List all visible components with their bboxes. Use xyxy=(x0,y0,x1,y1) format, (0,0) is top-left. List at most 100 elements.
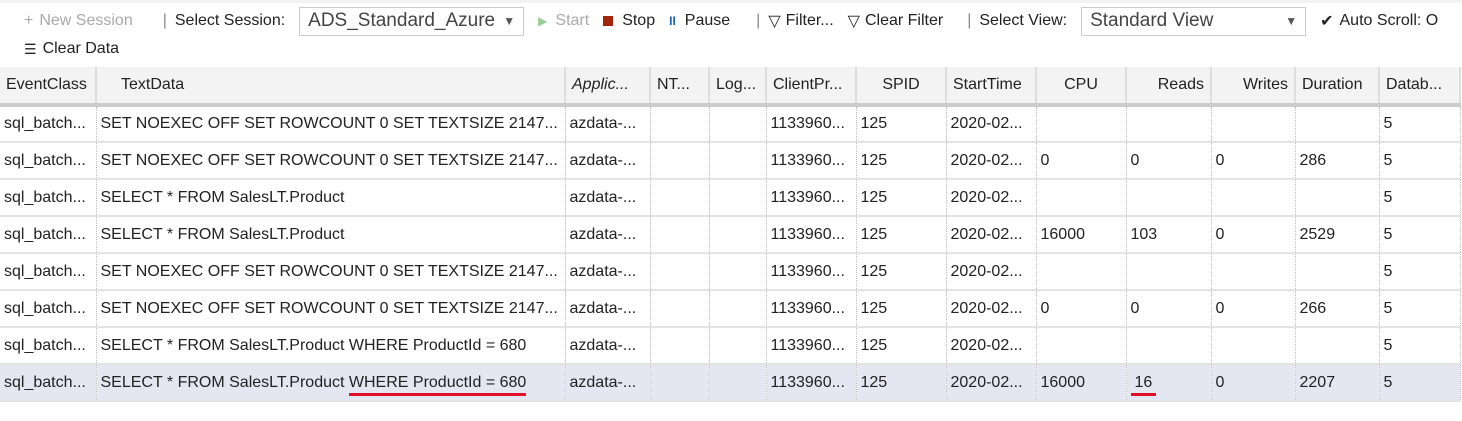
clear-data-button[interactable]: ☰ Clear Data xyxy=(24,40,119,58)
column-header[interactable]: CPU xyxy=(1036,67,1127,107)
table-cell: 16000 xyxy=(1036,216,1127,254)
table-cell xyxy=(1295,327,1380,365)
table-cell: azdata-... xyxy=(565,105,651,143)
table-cell: azdata-... xyxy=(565,142,651,180)
table-cell: 0 xyxy=(1126,142,1212,180)
table-cell: 286 xyxy=(1295,142,1380,180)
table-cell: sql_batch... xyxy=(0,105,97,143)
table-cell: 125 xyxy=(856,105,947,143)
separator: | xyxy=(967,12,972,29)
table-cell xyxy=(650,253,710,291)
table-cell xyxy=(1126,105,1212,143)
play-icon: ▶ xyxy=(538,14,548,28)
table-cell xyxy=(709,290,767,328)
column-header[interactable]: Log... xyxy=(709,67,767,107)
table-cell: azdata-... xyxy=(565,253,651,291)
table-cell xyxy=(1036,105,1127,143)
clear-filter-button[interactable]: ▽ Clear Filter xyxy=(848,11,944,31)
table-cell xyxy=(1295,179,1380,217)
table-cell xyxy=(1295,253,1380,291)
table-cell: SET NOEXEC OFF SET ROWCOUNT 0 SET TEXTSI… xyxy=(96,142,566,180)
table-cell: SET NOEXEC OFF SET ROWCOUNT 0 SET TEXTSI… xyxy=(96,105,566,143)
separator: | xyxy=(162,12,167,29)
column-header[interactable]: EventClass xyxy=(0,67,97,107)
table-cell: SELECT * FROM SalesLT.Product xyxy=(96,179,566,217)
table-cell xyxy=(1211,105,1296,143)
table-cell xyxy=(650,290,710,328)
top-border xyxy=(0,0,1462,3)
table-row[interactable]: sql_batch... SELECT * FROM SalesLT.Produc… xyxy=(0,364,1461,402)
toolbar: + New Session | Select Session: ADS_Stand… xyxy=(0,6,1452,36)
table-cell: 125 xyxy=(856,253,947,291)
table-row[interactable]: sql_batch... SET NOEXEC OFF SET ROWCOUNT … xyxy=(0,105,1461,143)
auto-scroll-toggle[interactable]: ✔ Auto Scroll: O xyxy=(1320,11,1438,31)
table-cell: SELECT * FROM SalesLT.Product WHERE Prod… xyxy=(96,364,566,402)
column-header[interactable]: NT... xyxy=(650,67,710,107)
column-header[interactable]: Writes xyxy=(1211,67,1296,107)
table-cell: sql_batch... xyxy=(0,364,97,402)
table-cell: 125 xyxy=(856,290,947,328)
table-row[interactable]: sql_batch... SELECT * FROM SalesLT.Produc… xyxy=(0,216,1461,254)
column-header[interactable]: TextData xyxy=(96,67,566,107)
table-cell: 1133960... xyxy=(766,364,857,402)
table-row[interactable]: sql_batch... SELECT * FROM SalesLT.Produc… xyxy=(0,179,1461,217)
table-cell: sql_batch... xyxy=(0,327,97,365)
pause-button[interactable]: II Pause xyxy=(669,12,730,30)
stop-button[interactable]: Stop xyxy=(603,12,655,30)
table-cell: 2020-02... xyxy=(946,290,1037,328)
table-cell xyxy=(709,253,767,291)
table-cell xyxy=(1211,327,1296,365)
table-row[interactable]: sql_batch... SET NOEXEC OFF SET ROWCOUNT … xyxy=(0,142,1461,180)
pause-icon: II xyxy=(669,14,676,28)
table-cell: 5 xyxy=(1379,290,1461,328)
table-cell: SELECT * FROM SalesLT.Product WHERE Prod… xyxy=(96,327,566,365)
column-header[interactable]: Duration xyxy=(1295,67,1380,107)
column-header[interactable]: Applic... xyxy=(565,67,651,107)
table-cell: 0 xyxy=(1126,290,1212,328)
view-select[interactable]: Standard View ▼ xyxy=(1081,6,1307,36)
table-cell: 5 xyxy=(1379,253,1461,291)
table-cell: 5 xyxy=(1379,142,1461,180)
session-select[interactable]: ADS_Standard_Azure ▼ xyxy=(299,6,525,36)
table-cell: azdata-... xyxy=(565,216,651,254)
new-session-button[interactable]: + New Session xyxy=(24,12,133,30)
table-cell: 2207 xyxy=(1295,364,1380,402)
table-cell: 5 xyxy=(1379,216,1461,254)
table-cell: 1133960... xyxy=(766,253,857,291)
table-cell xyxy=(650,105,710,143)
table-cell xyxy=(1211,253,1296,291)
table-cell xyxy=(709,142,767,180)
table-cell: 125 xyxy=(856,142,947,180)
table-row[interactable]: sql_batch... SELECT * FROM SalesLT.Produc… xyxy=(0,327,1461,365)
column-header[interactable]: Datab... xyxy=(1379,67,1461,107)
table-cell: SET NOEXEC OFF SET ROWCOUNT 0 SET TEXTSI… xyxy=(96,290,566,328)
column-header[interactable]: Reads xyxy=(1126,67,1212,107)
table-row[interactable]: sql_batch... SET NOEXEC OFF SET ROWCOUNT … xyxy=(0,290,1461,328)
column-header[interactable]: ClientPr... xyxy=(766,67,857,107)
clear-list-icon: ☰ xyxy=(24,40,37,57)
table-cell: sql_batch... xyxy=(0,290,97,328)
start-button[interactable]: ▶ Start xyxy=(538,12,589,30)
table-cell: 5 xyxy=(1379,105,1461,143)
table-cell: 5 xyxy=(1379,364,1461,402)
table-cell xyxy=(1036,327,1127,365)
clear-filter-icon: ▽ xyxy=(847,13,860,30)
table-cell xyxy=(709,179,767,217)
column-header[interactable]: StartTime xyxy=(946,67,1037,107)
column-header[interactable]: SPID xyxy=(856,67,947,107)
table-cell xyxy=(1036,179,1127,217)
chevron-down-icon: ▼ xyxy=(1285,14,1298,28)
table-row[interactable]: sql_batch... SET NOEXEC OFF SET ROWCOUNT … xyxy=(0,253,1461,291)
table-cell xyxy=(1211,179,1296,217)
check-icon: ✔ xyxy=(1320,13,1334,30)
table-cell: 2020-02... xyxy=(946,364,1037,402)
chevron-down-icon: ▼ xyxy=(503,14,516,28)
table-cell: 0 xyxy=(1211,364,1296,402)
filter-button[interactable]: ▽ Filter... xyxy=(768,11,833,31)
table-cell: 1133960... xyxy=(766,179,857,217)
table-cell: 1133960... xyxy=(766,290,857,328)
table-cell: sql_batch... xyxy=(0,179,97,217)
table-cell: 0 xyxy=(1211,290,1296,328)
highlighted-value: 16 xyxy=(1130,373,1157,396)
table-cell xyxy=(1295,105,1380,143)
